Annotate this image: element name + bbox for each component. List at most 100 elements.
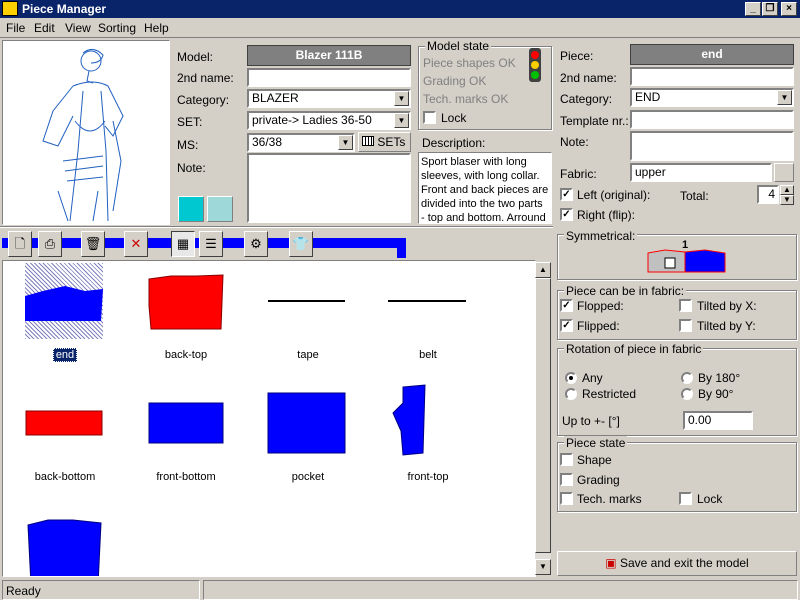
scroll-down-button[interactable]: ▼ bbox=[535, 559, 551, 575]
menu-help[interactable]: Help bbox=[144, 21, 169, 35]
set-label: SET: bbox=[177, 115, 203, 129]
new-document-icon[interactable]: 🗋 bbox=[8, 231, 32, 257]
sets-button[interactable]: SETs bbox=[358, 132, 411, 152]
flopped-checkbox[interactable]: ✓ bbox=[560, 299, 573, 312]
piece-label-pocket: pocket bbox=[291, 471, 325, 483]
piece-item[interactable]: tape bbox=[253, 261, 363, 371]
template-input[interactable] bbox=[630, 110, 794, 129]
status-text: Ready bbox=[2, 580, 200, 600]
scroll-up-button[interactable]: ▲ bbox=[535, 262, 551, 278]
menu-file[interactable]: File bbox=[6, 21, 25, 35]
tools-icon[interactable]: ⚙ bbox=[244, 231, 268, 257]
camera-icon[interactable] bbox=[178, 196, 204, 222]
piece-lock-checkbox[interactable] bbox=[679, 492, 692, 505]
note-label: Note: bbox=[177, 161, 206, 175]
trash-icon[interactable]: 🗑 bbox=[81, 231, 105, 257]
fabric-input[interactable]: upper bbox=[630, 163, 772, 182]
maximize-button[interactable]: ❐ bbox=[762, 2, 778, 16]
flipped-checkbox[interactable]: ✓ bbox=[560, 319, 573, 332]
menu-sorting[interactable]: Sorting bbox=[98, 21, 136, 35]
set-select[interactable]: private-> Ladies 36-50 ▼ bbox=[247, 111, 411, 130]
shape-checkbox[interactable] bbox=[560, 453, 573, 466]
rotation-any-label: Any bbox=[582, 371, 603, 385]
menu-bar: File Edit View Sorting Help bbox=[0, 18, 800, 38]
save-exit-button[interactable]: ▣ Save and exit the model bbox=[557, 551, 797, 576]
second-name-input[interactable] bbox=[247, 68, 411, 87]
piece-note-label: Note: bbox=[560, 135, 589, 149]
model-state-title: Model state bbox=[425, 39, 492, 53]
ms-value: 36/38 bbox=[252, 135, 283, 149]
piece-item[interactable]: front-bottom bbox=[131, 383, 241, 493]
piece-label-belt: belt bbox=[419, 349, 437, 361]
description-text[interactable]: Sport blaser with long sleeves, with lon… bbox=[418, 152, 552, 224]
piece-item[interactable] bbox=[23, 505, 133, 576]
grading-label: Grading bbox=[577, 473, 620, 487]
rotation-restricted-label: Restricted bbox=[582, 387, 637, 401]
chevron-down-icon[interactable]: ▼ bbox=[394, 113, 409, 128]
menu-edit[interactable]: Edit bbox=[34, 21, 55, 35]
piece-category-value: END bbox=[635, 90, 661, 104]
save-exit-label: Save and exit the model bbox=[619, 556, 749, 570]
category-select[interactable]: BLAZER ▼ bbox=[247, 89, 411, 108]
piece-category-select[interactable]: END ▼ bbox=[630, 88, 794, 107]
tech-marks-checkbox[interactable] bbox=[560, 492, 573, 505]
total-spin-down[interactable]: ▼ bbox=[780, 195, 794, 205]
piece-item[interactable]: end bbox=[23, 261, 133, 371]
traffic-light-icon bbox=[529, 48, 541, 82]
total-spin-up[interactable]: ▲ bbox=[780, 185, 794, 195]
close-button[interactable]: × bbox=[781, 2, 797, 16]
model-name-field[interactable]: Blazer 111B bbox=[247, 45, 411, 66]
note-textarea[interactable] bbox=[247, 153, 411, 223]
pieces-list[interactable]: end back-top tape belt back-bottom front… bbox=[2, 260, 536, 577]
piece-label-back-bottom: back-bottom bbox=[34, 471, 96, 483]
rotation-restricted-radio[interactable] bbox=[565, 388, 577, 400]
piece-note-textarea[interactable] bbox=[630, 131, 794, 161]
scroll-thumb[interactable] bbox=[535, 278, 551, 553]
piece-label: Piece: bbox=[560, 49, 594, 63]
lock-checkbox[interactable] bbox=[423, 111, 436, 124]
right-flip-checkbox[interactable]: ✓ bbox=[560, 208, 573, 221]
upto-input[interactable]: 0.00 bbox=[683, 411, 753, 430]
fabric-grid-icon[interactable] bbox=[774, 163, 794, 182]
list-view-icon[interactable]: ☰ bbox=[199, 231, 223, 257]
total-label: Total: bbox=[680, 189, 709, 203]
chevron-down-icon[interactable]: ▼ bbox=[394, 91, 409, 106]
model-label: Model: bbox=[177, 50, 214, 64]
state-piece-shapes: Piece shapes OK bbox=[423, 56, 516, 70]
piece-name-field[interactable]: end bbox=[630, 44, 794, 65]
piece-item[interactable]: pocket bbox=[253, 383, 363, 493]
delete-image-icon[interactable]: ✕ bbox=[124, 231, 148, 257]
status-panel bbox=[203, 580, 798, 600]
tilted-x-checkbox[interactable] bbox=[679, 299, 692, 312]
piece-second-name-input[interactable] bbox=[630, 67, 794, 86]
rotation-180-radio[interactable] bbox=[681, 372, 693, 384]
tilted-y-checkbox[interactable] bbox=[679, 319, 692, 332]
rotation-90-radio[interactable] bbox=[681, 388, 693, 400]
left-original-checkbox[interactable]: ✓ bbox=[560, 188, 573, 201]
model-sketch-image bbox=[42, 49, 124, 222]
print-icon[interactable]: ⎙ bbox=[38, 231, 62, 257]
piece-item[interactable]: belt bbox=[373, 261, 483, 371]
set-value: private-> Ladies 36-50 bbox=[252, 113, 372, 127]
chevron-down-icon[interactable]: ▼ bbox=[777, 90, 792, 105]
garment-icon[interactable]: 👕 bbox=[289, 231, 313, 257]
large-icons-view-icon[interactable]: ▦ bbox=[171, 231, 195, 257]
scrollbar[interactable]: ▲ ▼ bbox=[535, 262, 551, 575]
piece-item[interactable]: back-top bbox=[131, 261, 241, 371]
piece-label-tape: tape bbox=[297, 349, 319, 361]
camera-delete-icon[interactable] bbox=[207, 196, 233, 222]
total-input[interactable]: 4 bbox=[757, 185, 779, 204]
chevron-down-icon[interactable]: ▼ bbox=[338, 135, 353, 150]
ms-select[interactable]: 36/38 ▼ bbox=[247, 133, 355, 152]
piece-item[interactable]: front-top bbox=[373, 383, 483, 493]
rotation-any-radio[interactable] bbox=[565, 372, 577, 384]
fabric-options-title: Piece can be in fabric: bbox=[564, 284, 687, 298]
rotation-180-label: By 180° bbox=[698, 371, 741, 385]
save-icon: ▣ bbox=[605, 556, 617, 570]
piece-item[interactable]: back-bottom bbox=[23, 383, 133, 493]
right-flip-label: Right (flip): bbox=[577, 208, 636, 222]
menu-view[interactable]: View bbox=[65, 21, 91, 35]
minimize-button[interactable]: _ bbox=[745, 2, 761, 16]
grading-checkbox[interactable] bbox=[560, 473, 573, 486]
toolbar-track-end bbox=[397, 238, 406, 258]
